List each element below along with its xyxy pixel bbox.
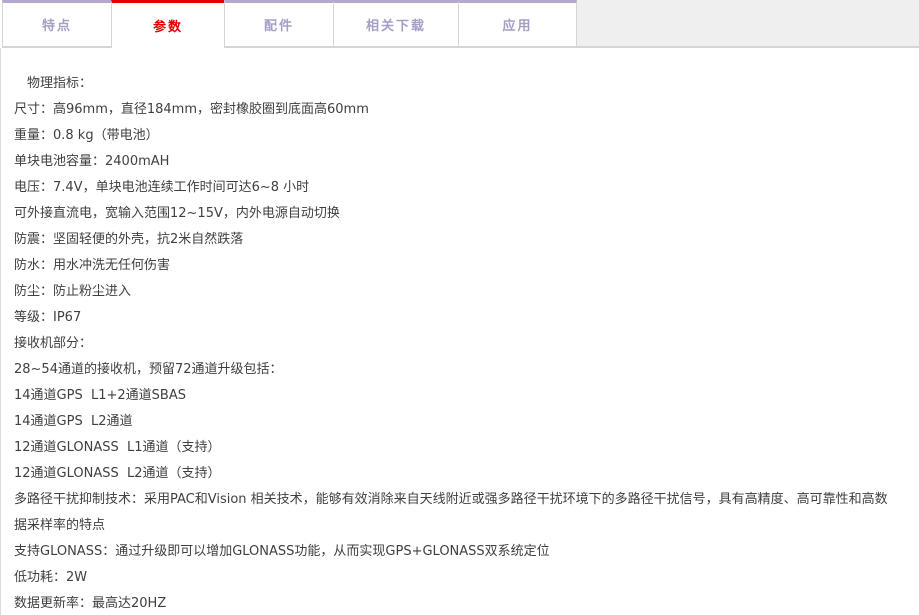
spec-line: 单块电池容量：2400mAH <box>14 149 891 175</box>
spec-line: 防震：坚固轻便的外壳，抗2米自然跌落 <box>14 227 891 253</box>
spec-line: 支持GLONASS：通过升级即可以增加GLONASS功能，从而实现GPS+GLO… <box>14 539 891 565</box>
spec-line: 电压：7.4V，单块电池连续工作时间可达6~8 小时 <box>14 175 891 201</box>
spec-line: 防尘：防止粉尘进入 <box>14 279 891 305</box>
tab-label: 相关下载 <box>366 15 426 34</box>
tab-applications[interactable]: 应用 <box>458 0 577 48</box>
tab-label: 参数 <box>153 16 183 35</box>
spec-line: 尺寸：高96mm，直径184mm，密封橡胶圈到底面高60mm <box>14 97 891 123</box>
spec-line: 12通道GLONASS L1通道（支持） <box>14 435 891 461</box>
spec-line: 数据更新率：最高达20HZ <box>14 591 891 615</box>
tab-label: 特点 <box>42 15 72 34</box>
spec-line: 多路径干扰抑制技术：采用PAC和Vision 相关技术，能够有效消除来自天线附近… <box>14 487 891 539</box>
spec-line: 可外接直流电，宽输入范围12~15V，内外电源自动切换 <box>14 201 891 227</box>
spec-line: 重量：0.8 kg（带电池） <box>14 123 891 149</box>
spec-line: 防水：用水冲洗无任何伤害 <box>14 253 891 279</box>
spec-line: 14通道GPS L2通道 <box>14 409 891 435</box>
spec-line: 28~54通道的接收机，预留72通道升级包括： <box>14 357 891 383</box>
tab-parameters[interactable]: 参数 <box>111 0 225 48</box>
spec-line: 14通道GPS L1+2通道SBAS <box>14 383 891 409</box>
tab-accessories[interactable]: 配件 <box>224 0 334 48</box>
tab-label: 配件 <box>264 15 294 34</box>
tab-bar: 特点 参数 配件 相关下载 应用 <box>0 0 919 48</box>
spec-line: 物理指标： <box>14 71 891 97</box>
tab-bar-filler <box>577 0 919 48</box>
spec-panel: 物理指标：尺寸：高96mm，直径184mm，密封橡胶圈到底面高60mm重量：0.… <box>0 48 919 615</box>
spec-line: 12通道GLONASS L2通道（支持） <box>14 461 891 487</box>
tab-features[interactable]: 特点 <box>2 0 112 48</box>
tab-downloads[interactable]: 相关下载 <box>333 0 459 48</box>
spec-line: 等级：IP67 <box>14 305 891 331</box>
spec-line: 接收机部分： <box>14 331 891 357</box>
spec-list: 物理指标：尺寸：高96mm，直径184mm，密封橡胶圈到底面高60mm重量：0.… <box>14 71 891 615</box>
spec-line: 低功耗：2W <box>14 565 891 591</box>
tab-label: 应用 <box>502 15 532 34</box>
